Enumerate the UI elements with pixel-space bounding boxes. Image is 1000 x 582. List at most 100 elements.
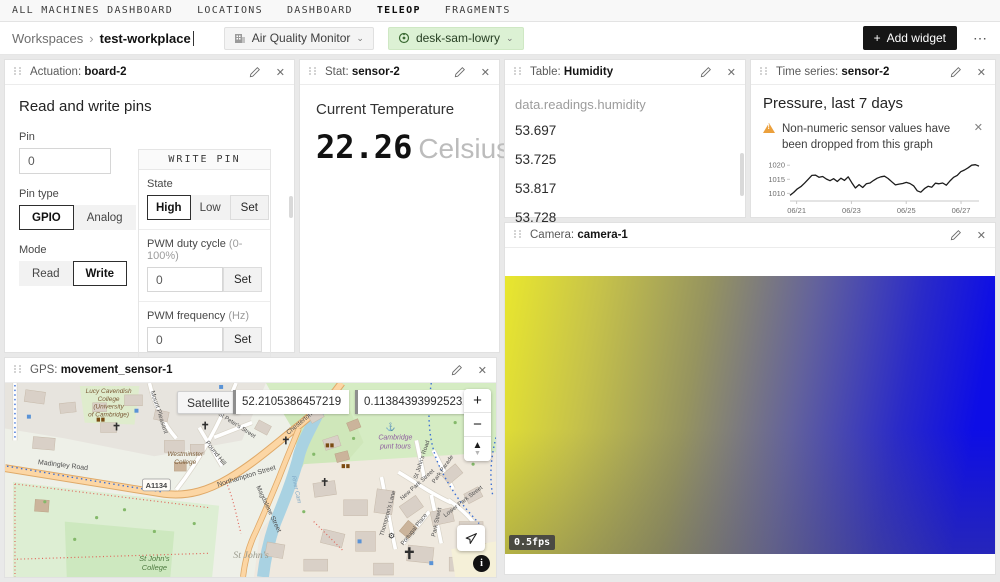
close-icon[interactable]: ✕ (478, 364, 487, 377)
actuation-body: Read and write pins Pin Pin type GPIO An… (5, 85, 294, 352)
state-low-button[interactable]: Low (191, 195, 230, 220)
machine-selector-label: desk-sam-lowry (416, 31, 500, 45)
stat-value: 22.26 (316, 128, 412, 166)
mode-read-button[interactable]: Read (19, 261, 73, 286)
pwm-freq-input[interactable] (147, 327, 223, 352)
map-label: ⚙ (388, 531, 395, 540)
vertical-scrollbar[interactable] (289, 196, 293, 218)
svg-text:1015: 1015 (768, 175, 785, 184)
pin-type-gpio-button[interactable]: GPIO (19, 205, 74, 230)
teleop-dashboard: ALL MACHINES DASHBOARD LOCATIONS DASHBOARD… (0, 0, 1000, 582)
zoom-out-button[interactable]: − (464, 413, 491, 437)
state-set-button[interactable]: Set (230, 195, 269, 220)
edit-pencil-icon[interactable] (950, 229, 962, 241)
drag-handle-icon[interactable] (760, 67, 767, 78)
table-body: data.readings.humidity 53.69753.72553.81… (505, 85, 745, 244)
map-label: ⚓ (385, 422, 395, 432)
satellite-toggle-button[interactable]: Satellite (177, 391, 240, 414)
drag-handle-icon[interactable] (14, 67, 21, 78)
widget-actuation: Actuation: board-2 ✕ Read and write pins… (4, 59, 295, 353)
svg-text:A1134: A1134 (146, 481, 168, 490)
top-nav: ALL MACHINES DASHBOARD LOCATIONS DASHBOARD… (0, 0, 1000, 22)
widget-title: Time series: sensor-2 (776, 66, 889, 78)
state-label: State (147, 178, 262, 190)
nav-tab-dashboard[interactable]: DASHBOARD (287, 5, 353, 16)
pwm-duty-set-button[interactable]: Set (223, 267, 262, 292)
edit-pencil-icon[interactable] (451, 364, 463, 376)
table-rows: 53.69753.72553.81753.728 (515, 116, 735, 232)
vertical-scrollbar[interactable] (740, 153, 744, 196)
nav-tab-all-machines-dashboard[interactable]: ALL MACHINES DASHBOARD (12, 5, 173, 16)
widget-title: Stat: sensor-2 (325, 66, 400, 78)
drag-handle-icon[interactable] (309, 67, 316, 78)
close-icon[interactable]: ✕ (276, 66, 285, 79)
edit-pencil-icon[interactable] (249, 66, 261, 78)
nav-tab-locations[interactable]: LOCATIONS (197, 5, 263, 16)
zoom-in-button[interactable]: + (464, 389, 491, 413)
stat-body: Current Temperature 22.26 Celsius (300, 85, 499, 182)
map-label: St John's (139, 554, 170, 563)
pin-type-analog-button[interactable]: Analog (74, 205, 136, 230)
state-high-button[interactable]: High (147, 195, 191, 220)
map-label: (University (93, 404, 124, 411)
pwm-duty-input[interactable] (147, 267, 223, 292)
actuation-heading: Read and write pins (19, 98, 280, 115)
close-icon[interactable]: ✕ (977, 229, 986, 242)
close-icon[interactable]: ✕ (727, 66, 736, 79)
svg-text:1020: 1020 (768, 161, 785, 170)
more-options-button[interactable]: ⋯ (973, 30, 988, 47)
table-row: 53.725 (515, 145, 735, 174)
drag-handle-icon[interactable] (14, 365, 21, 376)
workspace-toolbar: Workspaces › test-workplace Air Quality … (0, 22, 1000, 55)
widget-stat: Stat: sensor-2 ✕ Current Temperature 22.… (299, 59, 500, 353)
workspace-name-field[interactable]: test-workplace (100, 31, 194, 46)
add-widget-button[interactable]: + Add widget (863, 26, 957, 50)
fragment-selector[interactable]: Air Quality Monitor ⌄ (224, 27, 374, 50)
close-icon[interactable]: ✕ (977, 66, 986, 79)
longitude-input[interactable] (355, 390, 469, 414)
pwm-duty-label: PWM duty cycle (0-100%) (147, 238, 262, 262)
breadcrumb-workspaces[interactable]: Workspaces (12, 31, 83, 46)
drag-handle-icon[interactable] (514, 230, 521, 241)
chevron-down-icon: ⌄ (506, 33, 514, 44)
svg-text:06/27: 06/27 (952, 206, 971, 215)
fps-badge: 0.5fps (509, 535, 555, 550)
machine-icon (398, 32, 410, 44)
pin-label: Pin (19, 131, 280, 143)
map-label: Lucy Cavendish (86, 388, 132, 395)
edit-pencil-icon[interactable] (950, 66, 962, 78)
edit-pencil-icon[interactable] (454, 66, 466, 78)
widget-title: Actuation: board-2 (30, 66, 127, 78)
timeseries-body: Pressure, last 7 days Non-numeric sensor… (751, 85, 995, 226)
map-label: College (98, 396, 120, 403)
widget-title: Camera: camera-1 (530, 229, 628, 241)
navigation-arrow-icon (465, 532, 478, 545)
map-canvas[interactable]: A1134 Mount PleasantLucy CavendishColleg… (5, 383, 496, 577)
map-label: St John's (233, 550, 269, 561)
warning-close-icon[interactable]: ✕ (974, 121, 983, 153)
pwm-freq-set-button[interactable]: Set (223, 327, 262, 352)
nav-tabs: ALL MACHINES DASHBOARD LOCATIONS DASHBOARD… (12, 5, 511, 16)
fragment-selector-label: Air Quality Monitor (252, 31, 351, 45)
compass-button[interactable]: ▲▼ (464, 437, 491, 461)
close-icon[interactable]: ✕ (481, 66, 490, 79)
chevron-down-icon: ⌄ (356, 33, 364, 44)
widget-title: Table: Humidity (530, 66, 613, 78)
locate-button[interactable] (457, 525, 485, 551)
map-label: College (142, 563, 167, 572)
nav-tab-teleop[interactable]: TELEOP (377, 5, 421, 16)
drag-handle-icon[interactable] (514, 67, 521, 78)
pwm-freq-label: PWM frequency (Hz) (147, 310, 262, 322)
pin-input[interactable] (19, 148, 111, 174)
timeseries-heading: Pressure, last 7 days (763, 95, 983, 112)
edit-pencil-icon[interactable] (700, 66, 712, 78)
svg-text:1010: 1010 (768, 189, 785, 198)
nav-tab-fragments[interactable]: FRAGMENTS (445, 5, 511, 16)
add-widget-label: Add widget (887, 31, 946, 45)
info-button[interactable]: i (473, 555, 490, 572)
machine-selector[interactable]: desk-sam-lowry ⌄ (388, 27, 524, 50)
pressure-series-line (790, 165, 979, 196)
mode-write-button[interactable]: Write (73, 261, 128, 286)
write-pin-title: WRITE PIN (139, 150, 270, 170)
latitude-input[interactable] (233, 390, 349, 414)
